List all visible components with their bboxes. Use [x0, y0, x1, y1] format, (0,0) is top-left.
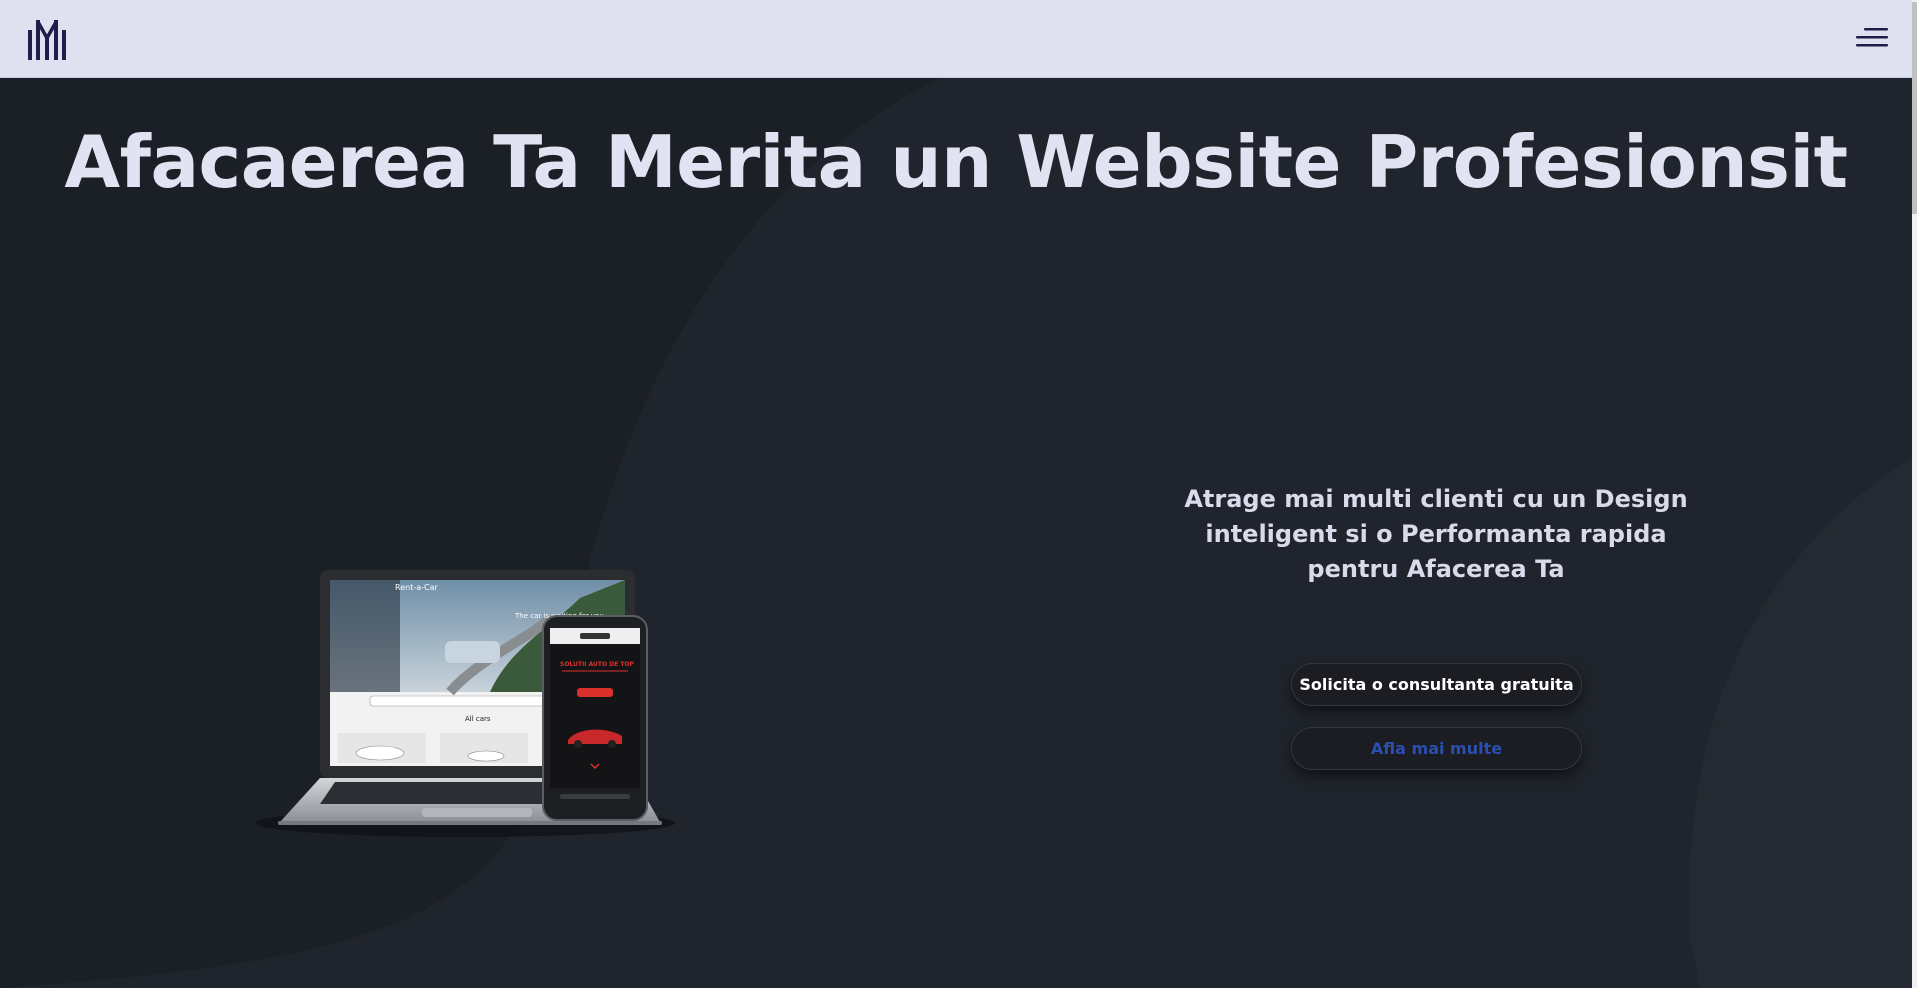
scrollbar-thumb[interactable] [1912, 2, 1917, 214]
phone-headline-text: SOLUTII AUTO DE TOP [560, 661, 635, 668]
laptop-brand-text: Rent-a-Car [395, 583, 438, 592]
hero-tagline: Atrage mai multi clienti cu un Design in… [1184, 485, 1688, 583]
page-scrollbar[interactable] [1912, 0, 1917, 988]
hero-title: Afacaerea Ta Merita un Website Profesion… [64, 120, 1848, 204]
hamburger-menu-icon[interactable] [1854, 26, 1890, 50]
monogram-logo-icon[interactable] [26, 18, 68, 64]
hero-section: Afacaerea Ta Merita un Website Profesion… [0, 78, 1912, 988]
devices-mockup-image: Rent-a-Car The car is waiting for you Al… [255, 570, 675, 837]
free-consultation-button[interactable]: Solicita o consultanta gratuita [1291, 663, 1582, 706]
site-header [0, 0, 1912, 78]
laptop-section-text: All cars [465, 715, 491, 723]
learn-more-button[interactable]: Afla mai multe [1291, 727, 1582, 770]
